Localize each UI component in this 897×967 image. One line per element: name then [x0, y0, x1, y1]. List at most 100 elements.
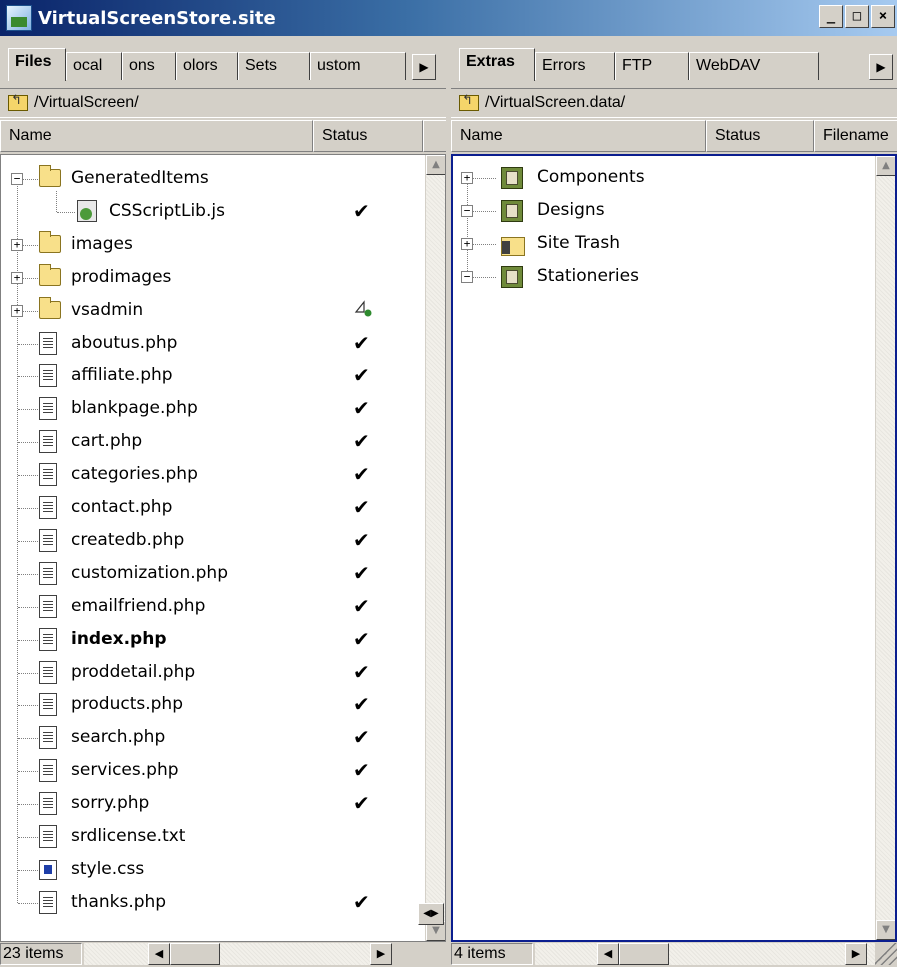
- tree-item-label: customization.php: [71, 562, 228, 583]
- left-column-header: Name Status: [0, 120, 446, 152]
- tab-assets[interactable]: ons: [122, 52, 176, 80]
- tree-row[interactable]: contact.php ✔: [1, 492, 445, 524]
- checked-in-icon: ✔: [353, 330, 370, 355]
- tree-row[interactable]: affiliate.php ✔: [1, 360, 445, 392]
- scroll-right-icon[interactable]: ▶: [370, 943, 392, 965]
- collapse-icon[interactable]: −: [461, 204, 473, 217]
- tree-item-label: index.php: [71, 628, 167, 649]
- right-horizontal-scrollbar[interactable]: ◀ ▶: [535, 943, 875, 965]
- tree-branch-line: [18, 672, 38, 674]
- right-column-status[interactable]: Status: [706, 120, 814, 152]
- tree-item-label: blankpage.php: [71, 398, 198, 419]
- expand-icon[interactable]: +: [11, 271, 23, 284]
- tree-row[interactable]: blankpage.php ✔: [1, 393, 445, 425]
- document-icon: [39, 430, 57, 454]
- tab-sets[interactable]: Sets: [238, 52, 310, 80]
- tab-errors[interactable]: Errors: [535, 52, 615, 80]
- left-file-list[interactable]: ▲ ▼ − GeneratedItems CSScriptLib.js ✔ + image…: [0, 154, 446, 942]
- window-titlebar[interactable]: VirtualScreenStore.site _ □ ×: [0, 0, 897, 36]
- tree-row[interactable]: createdb.php ✔: [1, 525, 445, 557]
- tree-item-label: search.php: [71, 727, 166, 748]
- extras-item-label: Components: [537, 167, 645, 187]
- tree-item-label: thanks.php: [71, 891, 167, 912]
- tree-row[interactable]: + vsadmin: [1, 295, 445, 327]
- tree-row[interactable]: categories.php ✔: [1, 459, 445, 491]
- tree-row[interactable]: CSScriptLib.js ✔: [1, 196, 445, 228]
- tab-local[interactable]: ocal: [66, 52, 122, 80]
- parent-folder-icon[interactable]: [8, 92, 28, 111]
- document-icon: [39, 890, 57, 914]
- tree-row[interactable]: proddetail.php ✔: [1, 657, 445, 689]
- tree-branch-line: [18, 409, 38, 411]
- tree-branch-line: [18, 508, 38, 509]
- design-folder-icon: [501, 199, 523, 222]
- close-button[interactable]: ×: [871, 5, 895, 28]
- tree-row[interactable]: index.php ✔: [1, 624, 445, 656]
- right-parent-folder-icon[interactable]: [459, 92, 479, 111]
- tree-row[interactable]: customization.php ✔: [1, 558, 445, 590]
- expand-collapse-panes-icon[interactable]: ◀▶: [418, 903, 444, 925]
- right-scroll-left-icon[interactable]: ◀: [597, 943, 619, 965]
- checked-in-icon: ✔: [353, 889, 370, 914]
- right-extras-list[interactable]: ▲ ▼ + Components − Designs + Site Trash − Stati…: [451, 154, 897, 942]
- right-scroll-right-icon[interactable]: ▶: [845, 943, 867, 965]
- tree-row[interactable]: products.php ✔: [1, 689, 445, 721]
- extras-row[interactable]: − Stationeries: [453, 261, 895, 293]
- tab-ftp[interactable]: FTP: [615, 52, 689, 80]
- tab-custom[interactable]: ustom: [310, 52, 406, 80]
- collapse-icon[interactable]: −: [11, 173, 23, 185]
- tab-files[interactable]: Files: [8, 48, 66, 81]
- checked-in-icon: ✔: [353, 560, 370, 585]
- extras-row[interactable]: + Components: [453, 162, 895, 194]
- extras-row[interactable]: + Site Trash: [453, 228, 895, 260]
- column-extra: [423, 120, 446, 152]
- extras-row[interactable]: − Designs: [453, 195, 895, 227]
- tree-row[interactable]: cart.php ✔: [1, 426, 445, 458]
- left-scroll-thumb[interactable]: [170, 943, 220, 965]
- stylesheet-icon: [39, 859, 57, 880]
- tree-branch-line: [18, 804, 38, 806]
- expand-icon[interactable]: +: [11, 304, 23, 317]
- expand-icon[interactable]: +: [11, 238, 23, 251]
- document-icon: [39, 397, 57, 421]
- expand-icon[interactable]: +: [461, 237, 473, 250]
- expand-icon[interactable]: +: [461, 172, 473, 184]
- checked-in-icon: ✔: [353, 429, 370, 454]
- right-column-name[interactable]: Name: [451, 120, 706, 152]
- tree-row[interactable]: thanks.php ✔: [1, 887, 445, 919]
- right-column-filename[interactable]: Filename: [814, 120, 897, 152]
- tree-row[interactable]: + prodimages: [1, 262, 445, 294]
- right-scroll-thumb[interactable]: [619, 943, 669, 965]
- left-status-bar: 23 items ◀ ▶: [0, 943, 446, 967]
- tree-row[interactable]: emailfriend.php ✔: [1, 591, 445, 623]
- tree-row[interactable]: aboutus.php ✔: [1, 328, 445, 360]
- tree-item-label: prodimages: [71, 266, 172, 287]
- minimize-button[interactable]: _: [819, 5, 843, 28]
- tab-colors[interactable]: olors: [176, 52, 238, 80]
- collapse-icon[interactable]: −: [461, 270, 473, 283]
- tree-row[interactable]: services.php ✔: [1, 755, 445, 787]
- extras-item-label: Site Trash: [537, 232, 620, 253]
- tree-row[interactable]: search.php ✔: [1, 722, 445, 754]
- tree-row[interactable]: + images: [1, 229, 445, 261]
- tab-extras[interactable]: Extras: [459, 48, 535, 81]
- column-status[interactable]: Status: [313, 120, 423, 152]
- tree-row[interactable]: srdlicense.txt: [1, 821, 445, 853]
- maximize-button[interactable]: □: [845, 5, 869, 28]
- script-file-icon: [77, 199, 97, 222]
- left-horizontal-scrollbar[interactable]: ◀ ▶: [84, 943, 392, 965]
- right-tab-scroll-right-icon[interactable]: ▶: [869, 54, 893, 80]
- tree-item-label: aboutus.php: [71, 332, 178, 353]
- tab-scroll-right-icon[interactable]: ▶: [412, 54, 436, 80]
- tree-row[interactable]: sorry.php ✔: [1, 788, 445, 820]
- column-name[interactable]: Name: [0, 120, 313, 152]
- tree-row[interactable]: − GeneratedItems: [1, 163, 445, 195]
- tab-webdav[interactable]: WebDAV: [689, 52, 819, 80]
- resize-grip-icon[interactable]: [875, 943, 897, 965]
- tree-branch-line: [18, 573, 38, 575]
- tree-row[interactable]: style.css: [1, 854, 445, 886]
- tree-item-label: emailfriend.php: [71, 595, 206, 616]
- right-scroll-down-icon[interactable]: ▼: [876, 920, 895, 940]
- tree-branch-line: [18, 869, 38, 871]
- scroll-left-icon[interactable]: ◀: [148, 943, 170, 965]
